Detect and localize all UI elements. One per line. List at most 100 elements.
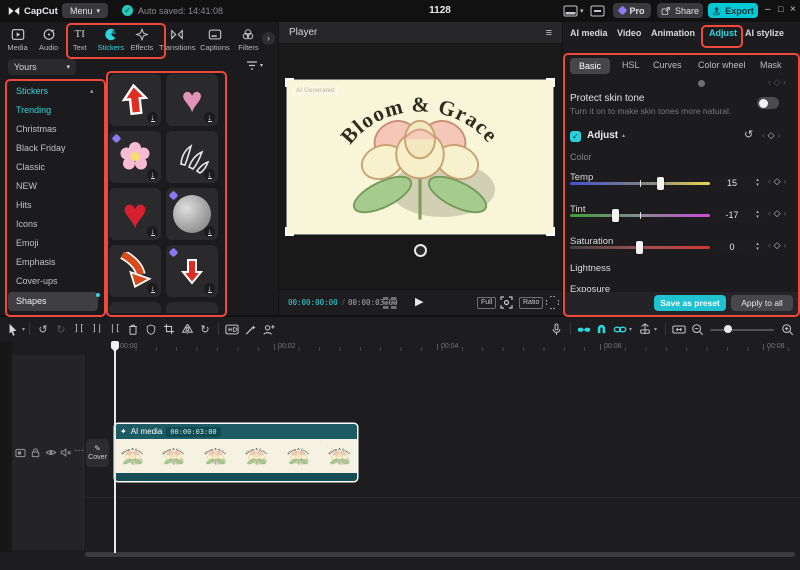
rotate-icon[interactable]: ↻	[196, 320, 214, 338]
keyframe-next-icon[interactable]: ›	[778, 131, 781, 140]
tab-stickers[interactable]: Stickers	[95, 25, 126, 56]
sidebar-item-emoji[interactable]: Emoji	[8, 234, 98, 253]
magic-wand-icon[interactable]	[241, 320, 259, 338]
tab-adjust[interactable]: Adjust	[709, 28, 737, 38]
filter-sort-icon[interactable]: ▾	[246, 60, 263, 71]
layout-switch-icon[interactable]	[563, 5, 578, 17]
linkage-caret-icon[interactable]: ▾	[629, 326, 632, 333]
tab-media[interactable]: Media	[2, 25, 33, 56]
layout-caret-icon[interactable]: ▾	[580, 7, 584, 15]
linkage-icon[interactable]	[611, 320, 629, 338]
adjust-checkbox[interactable]: ✓	[570, 131, 581, 142]
minimize-button[interactable]: –	[765, 4, 771, 15]
temp-keyframe-controls[interactable]: ‹ ◇ ›	[768, 176, 786, 187]
zoom-in-icon[interactable]	[778, 320, 796, 338]
sticker-partial-row-1[interactable]	[109, 302, 161, 313]
sticker-pink-flower[interactable]: ↓	[109, 131, 161, 183]
tab-animation[interactable]: Animation	[651, 28, 695, 38]
canvas-corner-handle[interactable]	[285, 227, 294, 236]
lock-track-icon[interactable]	[30, 447, 41, 458]
tint-slider-track[interactable]	[570, 209, 710, 222]
close-button[interactable]: ×	[790, 4, 796, 15]
player-menu-icon[interactable]: ≡	[546, 27, 552, 39]
sidebar-item-classic[interactable]: Classic	[8, 158, 98, 177]
tint-stepper[interactable]: ▴ ▾	[752, 207, 763, 222]
mute-track-icon[interactable]	[60, 447, 72, 458]
download-icon[interactable]: ↓	[204, 226, 215, 237]
playhead-line[interactable]	[114, 341, 116, 553]
preview-canvas[interactable]: AI Generated	[285, 78, 555, 236]
download-icon[interactable]: ↓	[147, 169, 158, 180]
toggle-visibility-icon[interactable]	[45, 447, 57, 458]
delete-right-icon[interactable]: |[	[106, 320, 124, 338]
timeline-clip-ai-media[interactable]: ✦ AI media 00:00:03:00	[115, 424, 357, 481]
rotate-handle-icon[interactable]	[414, 244, 427, 257]
sidebar-item-cover-ups[interactable]: Cover-ups	[8, 272, 98, 291]
sticker-gray-noise-circle[interactable]: ↓	[166, 188, 218, 240]
preview-axis-caret-icon[interactable]: ▾	[654, 326, 657, 333]
saturation-keyframe-controls[interactable]: ‹ ◇ ›	[768, 240, 786, 251]
record-voiceover-icon[interactable]	[548, 320, 566, 338]
sidebar-item-trending[interactable]: Trending	[8, 101, 98, 120]
download-icon[interactable]: ↓	[204, 283, 215, 294]
timeline-scrollbar[interactable]	[85, 552, 795, 557]
download-icon[interactable]: ↓	[204, 112, 215, 123]
sticker-red-curved-arrow[interactable]: ↓	[109, 245, 161, 297]
pro-badge[interactable]: Pro	[613, 3, 651, 18]
tab-audio[interactable]: Audio	[33, 25, 64, 56]
play-button[interactable]: ▶	[415, 295, 423, 308]
sidebar-item-hits[interactable]: Hits	[8, 196, 98, 215]
section-collapse-caret-icon[interactable]: ▴	[622, 132, 625, 139]
undo-icon[interactable]: ↺	[34, 320, 52, 338]
tab-effects[interactable]: Effects	[126, 25, 157, 56]
temp-slider-handle[interactable]	[657, 177, 664, 190]
sidebar-group-stickers[interactable]: Stickers ▴	[8, 82, 98, 101]
keyframe-diamond-icon[interactable]: ◇	[768, 130, 775, 141]
focus-frame-icon[interactable]	[500, 296, 513, 309]
temp-stepper[interactable]: ▴ ▾	[752, 175, 763, 190]
add-person-icon[interactable]	[259, 320, 277, 338]
timeline-zoom-slider[interactable]	[710, 322, 774, 336]
zoom-out-icon[interactable]	[688, 320, 706, 338]
canvas-corner-handle[interactable]	[546, 78, 555, 87]
export-button[interactable]: Export	[708, 3, 758, 18]
frame-grid-icon[interactable]	[383, 297, 397, 309]
subtab-hsl[interactable]: HSL	[622, 60, 640, 70]
tint-slider-handle[interactable]	[612, 209, 620, 222]
adjust-keyframe-controls[interactable]: ‹ ◇ ›	[762, 130, 780, 141]
mirror-icon[interactable]	[178, 320, 196, 338]
preview-axis-icon[interactable]	[636, 320, 654, 338]
tint-keyframe-controls[interactable]: ‹ ◇ ›	[768, 208, 786, 219]
tab-video[interactable]: Video	[617, 28, 641, 38]
saturation-slider-handle[interactable]	[636, 241, 643, 254]
sidebar-item-icons[interactable]: Icons	[8, 215, 98, 234]
tab-ai-media[interactable]: AI media	[570, 28, 608, 38]
sticker-pink-scribble-heart[interactable]: ♥ ↓	[166, 74, 218, 126]
sidebar-item-shapes[interactable]: Shapes	[8, 292, 98, 311]
menu-button[interactable]: Menu ▾	[62, 3, 108, 18]
sticker-red-down-arrow[interactable]: ↓	[166, 245, 218, 297]
download-icon[interactable]: ↓	[147, 226, 158, 237]
select-cursor-icon[interactable]	[4, 320, 22, 338]
saturation-value-input[interactable]: 0	[716, 239, 748, 254]
sidebar-item-black-friday[interactable]: Black Friday	[8, 139, 98, 158]
sticker-partial-row-2[interactable]	[166, 302, 218, 313]
source-dropdown[interactable]: Yours ▾	[8, 59, 76, 75]
expand-panel-icon[interactable]: ›	[262, 32, 275, 45]
subtab-mask[interactable]: Mask	[760, 60, 782, 70]
mute-clip-shield-icon[interactable]	[142, 320, 160, 338]
render-quality-icon[interactable]	[223, 320, 241, 338]
sticker-white-outline-petals[interactable]: ↓	[166, 131, 218, 183]
saturation-stepper[interactable]: ▴ ▾	[752, 239, 763, 254]
subtab-curves[interactable]: Curves	[653, 60, 682, 70]
tab-transitions[interactable]: Transitions	[157, 25, 197, 56]
tab-filters[interactable]: Filters	[233, 25, 264, 56]
sidebar-item-christmas[interactable]: Christmas	[8, 120, 98, 139]
ratio-button[interactable]: Ratio	[519, 297, 544, 309]
fullscreen-icon[interactable]	[546, 296, 559, 309]
crop-icon[interactable]	[160, 320, 178, 338]
sidebar-item-emphasis[interactable]: Emphasis	[8, 253, 98, 272]
tint-value-input[interactable]: -17	[716, 207, 748, 222]
full-preview-button[interactable]: Full	[477, 297, 497, 309]
delete-left-icon[interactable]: ]|	[88, 320, 106, 338]
